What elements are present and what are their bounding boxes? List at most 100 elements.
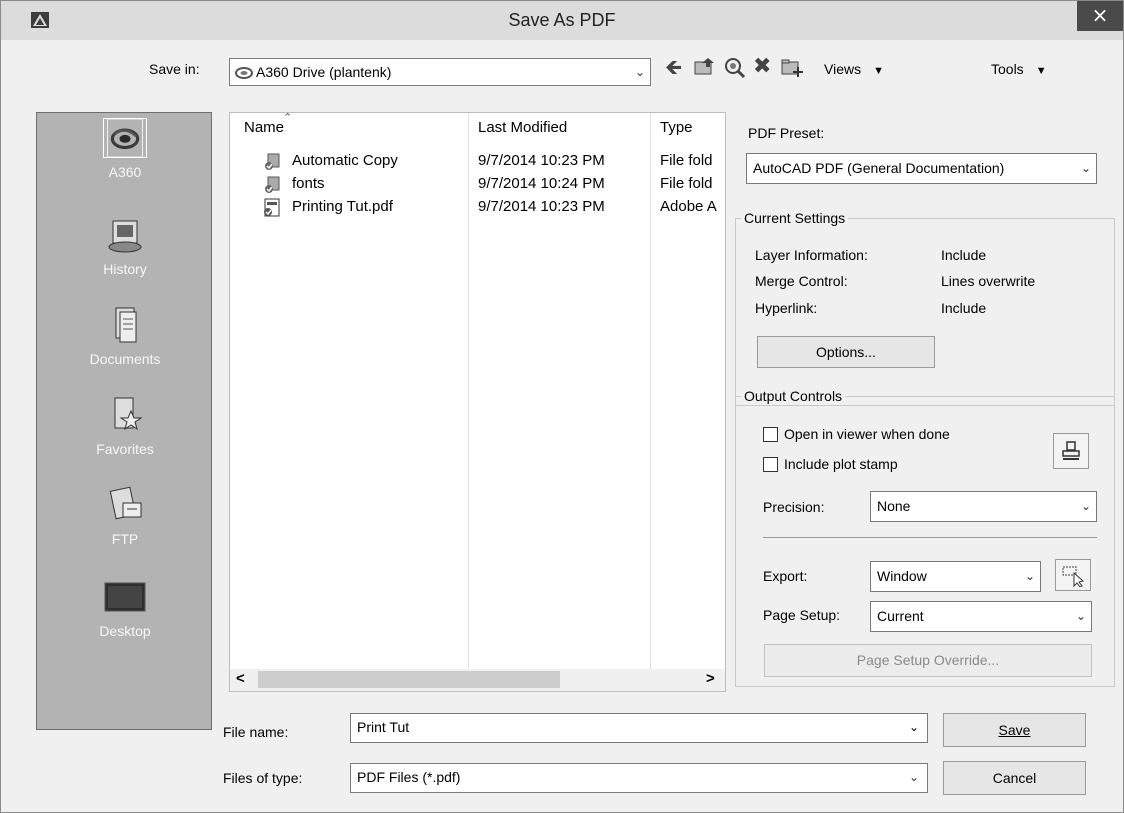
page-setup-dropdown[interactable]: Current ⌄ xyxy=(870,601,1092,632)
files-of-type-label: Files of type: xyxy=(223,770,303,786)
chevron-down-icon: ⌄ xyxy=(1075,609,1086,623)
setting-key: Layer Information: xyxy=(755,247,868,263)
a360-icon xyxy=(103,118,147,158)
save-button[interactable]: Save xyxy=(943,713,1086,747)
place-label: FTP xyxy=(111,531,139,547)
file-modified: 9/7/2014 10:24 PM xyxy=(478,175,605,192)
back-arrow-icon[interactable]: 🡸 xyxy=(665,53,682,88)
setting-value: Lines overwrite xyxy=(941,273,1036,289)
pdf-preset-value: AutoCAD PDF (General Documentation) xyxy=(753,160,1005,176)
documents-icon xyxy=(115,307,137,343)
delete-icon[interactable]: ✖ xyxy=(753,54,771,79)
file-type: Adobe A xyxy=(660,198,717,215)
page-setup-override-button[interactable]: Page Setup Override... xyxy=(764,644,1092,677)
history-icon xyxy=(108,220,142,253)
create-new-folder-icon[interactable] xyxy=(781,56,803,78)
options-button[interactable]: Options... xyxy=(757,336,935,368)
search-web-icon[interactable] xyxy=(724,57,746,79)
column-header-type[interactable]: Type xyxy=(660,119,693,136)
pdf-file-icon xyxy=(264,198,280,217)
setting-key: Merge Control: xyxy=(755,273,848,289)
caret-down-icon: ▼ xyxy=(873,65,884,77)
places-sidebar: A360 History Documents Favorites FTP Des… xyxy=(36,112,212,730)
sort-ascending-icon: ⌃ xyxy=(283,112,293,124)
a360-drive-icon xyxy=(235,67,253,79)
title-bar: Save As PDF × xyxy=(1,1,1123,40)
plot-stamp-settings-button[interactable] xyxy=(1053,433,1089,469)
place-label: Desktop xyxy=(99,623,151,639)
file-type: File fold xyxy=(660,175,713,192)
file-name-value: Print Tut xyxy=(357,719,410,735)
place-history[interactable]: History xyxy=(37,215,213,277)
favorites-icon xyxy=(114,397,143,431)
window-select-cursor-icon xyxy=(1062,566,1085,588)
place-documents[interactable]: Documents xyxy=(37,305,213,367)
file-modified: 9/7/2014 10:23 PM xyxy=(478,152,605,169)
pdf-preset-dropdown[interactable]: AutoCAD PDF (General Documentation) ⌄ xyxy=(746,153,1097,184)
file-row-fonts[interactable]: fonts 9/7/2014 10:24 PM File fold xyxy=(230,173,725,196)
chevron-down-icon[interactable]: ⌄ xyxy=(909,714,919,740)
chevron-down-icon: ⌄ xyxy=(1024,569,1035,583)
file-name: Automatic Copy xyxy=(292,152,398,169)
up-one-level-icon[interactable] xyxy=(694,57,716,77)
views-menu-label: Views xyxy=(824,61,862,77)
desktop-icon xyxy=(104,582,146,612)
output-controls-title: Output Controls xyxy=(741,388,846,404)
select-window-button[interactable] xyxy=(1055,559,1091,591)
divider xyxy=(763,537,1097,538)
place-a360[interactable]: A360 xyxy=(37,118,213,180)
folder-icon xyxy=(265,153,280,170)
page-setup-label: Page Setup: xyxy=(763,607,841,623)
place-favorites[interactable]: Favorites xyxy=(37,395,213,457)
open-in-viewer-checkbox[interactable] xyxy=(763,427,778,442)
ftp-icon xyxy=(109,486,142,520)
file-name: Printing Tut.pdf xyxy=(292,198,393,215)
files-of-type-dropdown[interactable]: PDF Files (*.pdf) ⌄ xyxy=(350,763,928,793)
file-modified: 9/7/2014 10:23 PM xyxy=(478,198,605,215)
setting-value: Include xyxy=(941,247,987,263)
scroll-left-button[interactable]: < xyxy=(236,670,245,687)
stamp-icon xyxy=(1062,441,1080,460)
scrollbar-thumb[interactable] xyxy=(258,671,560,688)
files-of-type-value: PDF Files (*.pdf) xyxy=(357,769,461,785)
horizontal-scrollbar[interactable]: < > xyxy=(230,669,725,691)
save-as-pdf-dialog: Save As PDF × Save in: A360 Drive (plant… xyxy=(0,0,1124,813)
cancel-button[interactable]: Cancel xyxy=(943,761,1086,795)
setting-value: Include xyxy=(941,300,987,316)
open-in-viewer-label: Open in viewer when done xyxy=(784,426,950,442)
views-menu[interactable]: Views ▼ xyxy=(824,61,884,77)
export-dropdown[interactable]: Window ⌄ xyxy=(870,561,1041,592)
close-button[interactable]: × xyxy=(1077,1,1123,31)
column-header-last-modified[interactable]: Last Modified xyxy=(478,119,567,136)
tools-menu-label: Tools xyxy=(991,61,1024,77)
place-label: Documents xyxy=(89,351,161,367)
place-label: A360 xyxy=(108,164,142,180)
scroll-right-button[interactable]: > xyxy=(706,670,715,687)
place-label: Favorites xyxy=(96,441,154,457)
file-row-automatic-copy[interactable]: Automatic Copy 9/7/2014 10:23 PM File fo… xyxy=(230,150,725,173)
include-plot-stamp-checkbox[interactable] xyxy=(763,457,778,472)
current-settings-title: Current Settings xyxy=(741,210,849,226)
include-plot-stamp-label: Include plot stamp xyxy=(784,456,898,472)
save-in-dropdown[interactable]: A360 Drive (plantenk) ⌄ xyxy=(229,58,651,86)
tools-menu[interactable]: Tools ▼ xyxy=(991,61,1047,77)
export-label: Export: xyxy=(763,568,808,584)
place-label: History xyxy=(103,261,147,277)
column-header-name[interactable]: Name xyxy=(244,119,284,136)
file-name: fonts xyxy=(292,175,325,192)
file-row-printing-tut-pdf[interactable]: Printing Tut.pdf 9/7/2014 10:23 PM Adobe… xyxy=(230,196,725,219)
folder-icon xyxy=(265,176,280,193)
window-title: Save As PDF xyxy=(508,10,616,30)
save-button-label: Save xyxy=(998,722,1031,738)
file-name-input[interactable]: Print Tut ⌄ xyxy=(350,713,928,743)
file-list[interactable]: ⌃ Name Last Modified Type Automatic Copy… xyxy=(229,112,726,692)
chevron-down-icon: ⌄ xyxy=(1080,499,1091,513)
place-ftp[interactable]: FTP xyxy=(37,485,213,547)
page-setup-value: Current xyxy=(877,608,924,624)
precision-dropdown[interactable]: None ⌄ xyxy=(870,491,1097,522)
caret-down-icon: ▼ xyxy=(1035,65,1047,77)
file-type: File fold xyxy=(660,152,713,169)
save-in-label: Save in: xyxy=(149,61,200,77)
file-name-label: File name: xyxy=(223,724,289,740)
place-desktop[interactable]: Desktop xyxy=(37,577,213,639)
